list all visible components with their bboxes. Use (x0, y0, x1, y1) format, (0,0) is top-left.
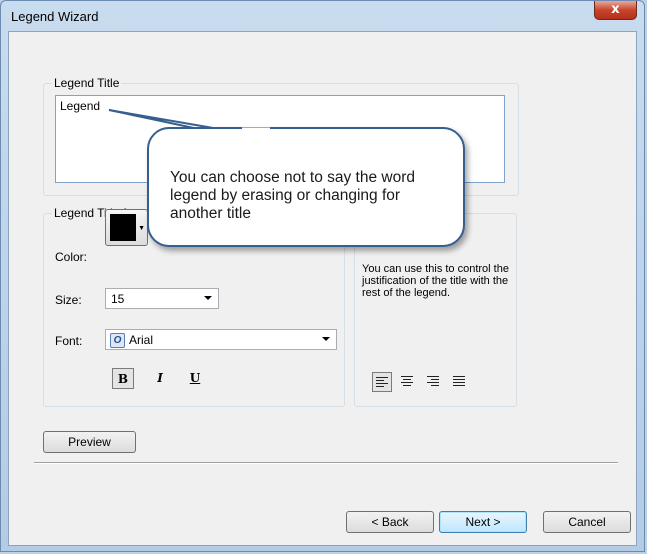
preview-button[interactable]: Preview (43, 431, 136, 453)
chevron-down-icon (322, 337, 330, 341)
color-swatch (110, 214, 136, 241)
color-label: Color: (55, 250, 88, 264)
legend-wizard-window: Legend Wizard x Legend Title Legend Lege… (0, 0, 645, 552)
title-bar[interactable]: Legend Wizard x (1, 1, 644, 31)
font-select[interactable]: O Arial (105, 329, 337, 350)
legend-title-text: Legend (60, 99, 101, 113)
divider (34, 462, 618, 464)
size-select[interactable]: 15 (105, 288, 219, 309)
justify-full-button[interactable] (450, 372, 470, 392)
italic-button[interactable]: I (149, 368, 171, 389)
chevron-down-icon: ▼ (138, 225, 145, 232)
underline-button[interactable]: U (184, 368, 206, 389)
back-button[interactable]: < Back (346, 511, 434, 533)
legend-title-group-label: Legend Title (52, 76, 122, 90)
opentype-font-icon: O (110, 333, 125, 348)
font-label: Font: (55, 334, 83, 348)
justification-description: You can use this to control the justific… (362, 263, 509, 299)
close-icon: x (611, 2, 620, 17)
chevron-down-icon (204, 296, 212, 300)
size-value: 15 (111, 292, 125, 306)
callout-annotation: You can choose not to say the word legen… (147, 127, 465, 247)
close-button[interactable]: x (594, 1, 637, 20)
window-title: Legend Wizard (11, 9, 99, 24)
justify-right-button[interactable] (424, 372, 444, 392)
cancel-button[interactable]: Cancel (543, 511, 631, 533)
callout-text: You can choose not to say the word legen… (170, 169, 416, 222)
font-value: Arial (129, 333, 154, 347)
next-button[interactable]: Next > (439, 511, 527, 533)
color-picker-button[interactable]: ▼ (105, 209, 148, 246)
dialog-body: Legend Title Legend Legend Title fo Colo… (8, 31, 637, 546)
justify-center-button[interactable] (398, 372, 418, 392)
size-label: Size: (55, 293, 82, 307)
justify-left-button[interactable] (372, 372, 392, 392)
bold-button[interactable]: B (112, 368, 134, 389)
